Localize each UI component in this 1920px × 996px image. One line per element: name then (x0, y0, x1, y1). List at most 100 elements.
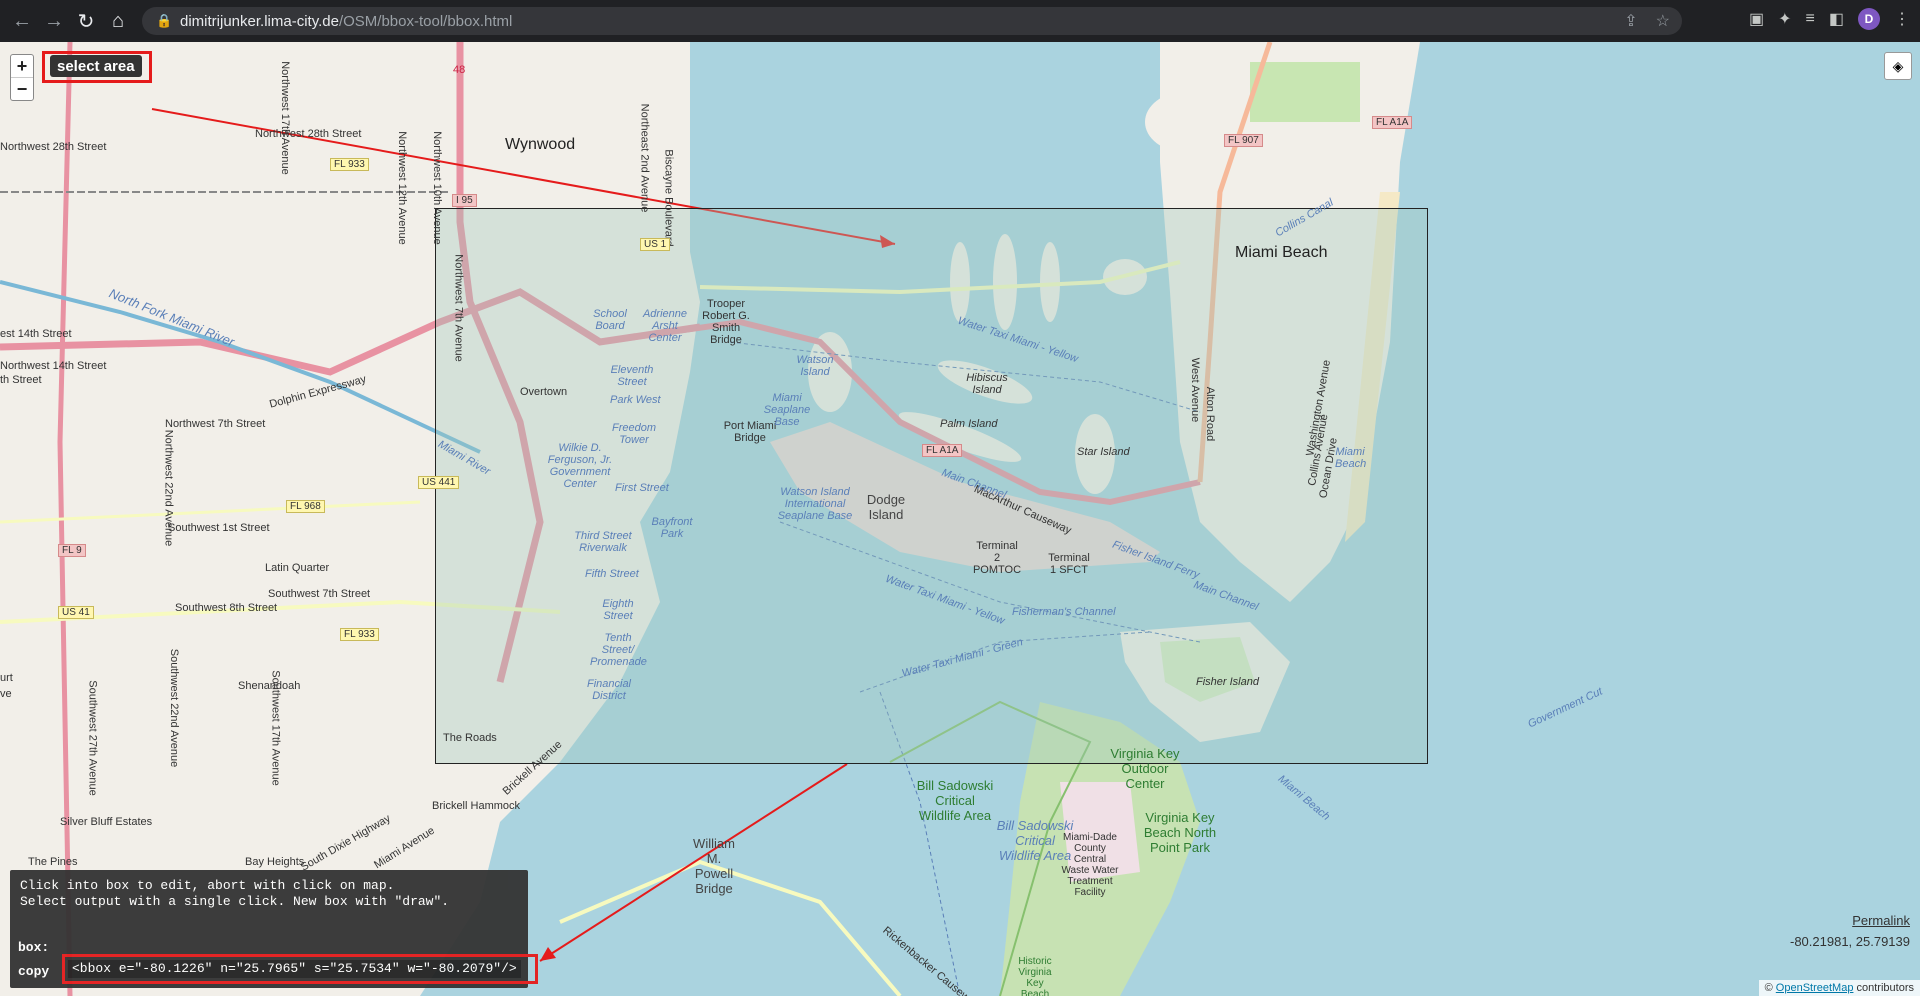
map-label-virginia-key-beach: Virginia Key Beach North Point Park (1143, 810, 1217, 855)
map-label-first-street: First Street (615, 482, 669, 494)
reload-icon[interactable]: ↻ (70, 5, 102, 37)
map-label-sw17: Southwest 17th Avenue (269, 670, 282, 786)
shield-fl933b: FL 933 (330, 158, 369, 171)
map-label-nw28: Northwest 28th Street (255, 128, 362, 140)
map-label-sw22: Southwest 22nd Avenue (168, 648, 181, 768)
map-label-silver-bluff: Silver Bluff Estates (60, 816, 153, 828)
browser-toolbar: ← → ↻ ⌂ 🔒 dimitrijunker.lima-city.de/OSM… (0, 0, 1920, 42)
map-label-school-board: School Board (593, 308, 627, 332)
shield-us41: US 41 (58, 606, 94, 619)
map-label-ave: ve (0, 688, 12, 700)
address-bar[interactable]: 🔒 dimitrijunker.lima-city.de/OSM/bbox-to… (142, 7, 1682, 35)
map-label-bay-heights: Bay Heights (245, 856, 305, 868)
shield-fl968: FL 968 (286, 500, 325, 513)
map-label-terminal2: Terminal 2 POMTOC (972, 540, 1022, 576)
map-label-virginia-key-outdoor: Virginia Key Outdoor Center (1110, 746, 1180, 791)
sidepanel-icon[interactable]: ◧ (1829, 9, 1844, 29)
map-label-west-ave: West Avenue (1189, 357, 1202, 423)
map-label-latin-quarter: Latin Quarter (265, 562, 330, 574)
map-label-nw17: Northwest 17th Avenue (278, 61, 291, 175)
panel-info-line1: Click into box to edit, abort with click… (20, 878, 395, 893)
map-attribution: © OpenStreetMap contributors (1758, 980, 1920, 996)
map-canvas[interactable]: Wynwood Miami Beach North Fork Miami Riv… (0, 42, 1920, 996)
map-label-seaplane: Miami Seaplane Base (763, 392, 811, 428)
forward-icon[interactable]: → (38, 5, 70, 37)
map-label-hibiscus: Hibiscus Island (966, 372, 1008, 396)
map-label-overtown: Overtown (520, 386, 568, 398)
map-label-nw14: est 14th Street (0, 328, 72, 340)
map-label-nw28b: Northwest 28th Street (0, 141, 107, 153)
map-label-ne14: Northwest 14th Street (0, 360, 107, 372)
map-label-dodge: Dodge Island (866, 492, 906, 522)
zoom-control: + − (10, 54, 34, 101)
map-label-fishermans: Fisherman's Channel (1012, 606, 1116, 618)
bbox-output[interactable]: <bbox e="-80.1226" n="25.7965" s="25.753… (68, 960, 521, 978)
map-label-wilkie: Wilkie D. Ferguson, Jr. Government Cente… (547, 442, 613, 490)
map-label-nw10: Northwest 10th Avenue (430, 131, 443, 245)
map-label-financial: Financial District (586, 678, 632, 702)
map-label-historic-virginia: Historic Virginia Key Beach (1018, 956, 1052, 996)
map-label-sw8: Southwest 8th Street (175, 602, 278, 614)
extension-icon[interactable]: ▣ (1749, 9, 1764, 29)
media-icon[interactable]: ≡ (1806, 10, 1815, 28)
panel-info-line2: Select output with a single click. New b… (20, 894, 450, 909)
puzzle-icon[interactable]: ✦ (1778, 9, 1791, 29)
map-label-fisher-island: Fisher Island (1196, 676, 1259, 688)
home-icon[interactable]: ⌂ (102, 5, 134, 37)
panel-instructions: Click into box to edit, abort with click… (20, 878, 518, 910)
url-host: dimitrijunker.lima-city.de (180, 12, 339, 30)
map-label-eleventh: Eleventh Street (610, 364, 654, 388)
shield-i95: I 95 (452, 194, 477, 207)
map-label-ne2: Northeast 2nd Avenue (638, 103, 651, 213)
layers-icon[interactable]: ◈ (1884, 52, 1912, 80)
map-label-miami-beach: Miami Beach (1235, 244, 1328, 261)
map-label-the-roads: The Roads (443, 732, 497, 744)
map-label-alton: Alton Road (1204, 386, 1217, 442)
map-label-sw7: Southwest 7th Street (268, 588, 371, 600)
map-label-bill-sadowski: Bill Sadowski Critical Wildlife Area (916, 778, 994, 823)
shield-fl9: FL 9 (58, 544, 86, 557)
lock-icon: 🔒 (156, 13, 173, 28)
map-label-wastewater: Miami-Dade County Central Waste Water Tr… (1061, 832, 1119, 898)
menu-icon[interactable]: ⋮ (1894, 9, 1910, 29)
map-label-star: Star Island (1077, 446, 1130, 458)
bookmark-star-icon[interactable]: ☆ (1656, 11, 1670, 31)
map-label-tenth-street: Tenth Street/ Promenade (590, 632, 647, 668)
map-label-third-street: Third Street Riverwalk (574, 530, 632, 554)
map-label-park-west: Park West (610, 394, 661, 406)
map-label-miami-beach-small: Miami Beach (1335, 446, 1367, 470)
shield-fl836: 48 (453, 64, 466, 76)
map-label-bayfront: Bayfront Park (651, 516, 693, 540)
openstreetmap-link[interactable]: OpenStreetMap (1776, 982, 1854, 994)
map-label-terminal1: Terminal 1 SFCT (1048, 552, 1090, 576)
map-label-sw1: Southwest 1st Street (168, 522, 270, 534)
share-icon[interactable]: ⇪ (1624, 11, 1637, 31)
map-label-watson-intl: Watson Island International Seaplane Bas… (777, 486, 853, 522)
map-label-curt: urt (0, 672, 13, 684)
copy-label[interactable]: copy (18, 964, 49, 979)
url-path: /OSM/bbox-tool/bbox.html (338, 12, 513, 30)
shield-fla1a2: FL A1A (1372, 116, 1413, 129)
attribution-suffix: contributors (1856, 982, 1914, 994)
map-label-fifth-street: Fifth Street (585, 568, 639, 580)
map-label-nw22: Northwest 22nd Avenue (162, 429, 175, 547)
map-label-the-pines: The Pines (28, 856, 78, 868)
map-label-nw7: Northwest 7th Street (165, 418, 266, 430)
map-label-sw8b: th Street (0, 374, 42, 386)
shield-us1: US 1 (640, 238, 671, 251)
avatar[interactable]: D (1858, 8, 1880, 30)
shield-us441: US 441 (418, 476, 460, 489)
map-label-wynwood: Wynwood (505, 136, 576, 153)
zoom-in-button[interactable]: + (11, 55, 33, 78)
map-label-adrienne: Adrienne Arsht Center (642, 308, 688, 344)
permalink-link[interactable]: Permalink (1852, 913, 1910, 928)
map-label-watson-island: Watson Island (796, 354, 834, 378)
bbox-info-panel: Click into box to edit, abort with click… (10, 870, 538, 988)
map-label-sw27: Southwest 27th Avenue (86, 680, 99, 796)
zoom-out-button[interactable]: − (11, 78, 33, 100)
back-icon[interactable]: ← (6, 5, 38, 37)
shield-fla1a: FL A1A (922, 444, 963, 457)
select-area-button[interactable]: select area (50, 55, 142, 77)
map-label-trooper: Trooper Robert G. Smith Bridge (702, 298, 750, 346)
cursor-coords: -80.21981, 25.79139 (1790, 934, 1910, 949)
